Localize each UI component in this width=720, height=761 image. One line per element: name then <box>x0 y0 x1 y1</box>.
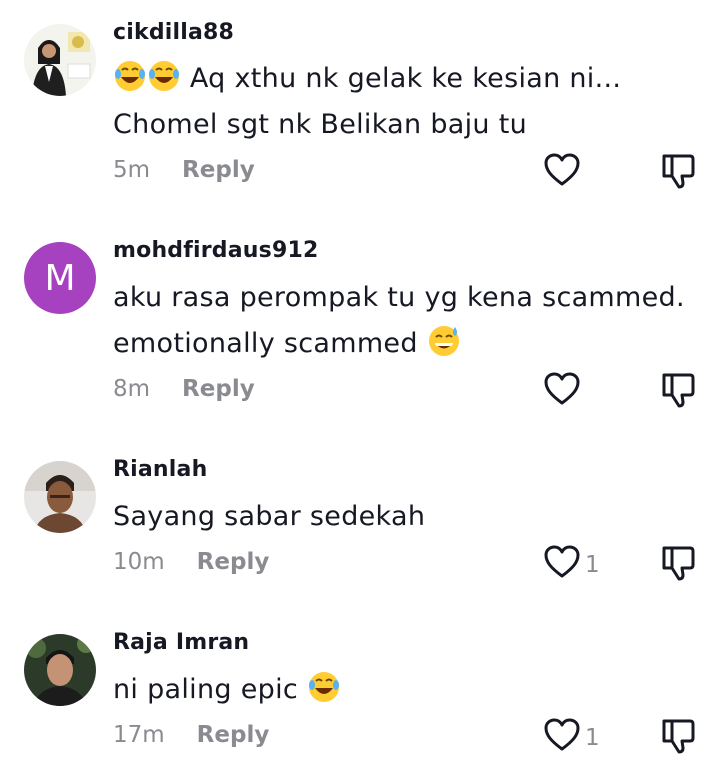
thumbs-down-icon <box>660 154 696 194</box>
like-count: 1 <box>585 725 600 751</box>
laughing-tears-emoji <box>113 59 147 93</box>
comment-text: Sayang sabar sedekah <box>113 494 713 540</box>
comment-text: ni paling epic <box>113 667 713 713</box>
laughing-tears-emoji <box>147 59 181 93</box>
like-button[interactable]: 1 <box>543 717 600 759</box>
dislike-button[interactable] <box>660 544 696 586</box>
like-button[interactable] <box>543 152 585 194</box>
comment-line: emotionally scammed <box>113 328 418 359</box>
comment-line: Sayang sabar sedekah <box>113 501 426 532</box>
timestamp: 10m <box>113 549 165 575</box>
comment-meta: 5m Reply <box>113 157 255 183</box>
avatar[interactable]: M <box>24 242 96 314</box>
reply-button[interactable]: Reply <box>182 376 255 402</box>
username[interactable]: Raja Imran <box>113 630 249 655</box>
dislike-button[interactable] <box>660 152 696 194</box>
dislike-button[interactable] <box>660 371 696 413</box>
reply-button[interactable]: Reply <box>197 722 270 748</box>
heart-icon <box>543 152 581 194</box>
comment-line: Chomel sgt nk Belikan baju tu <box>113 109 528 140</box>
like-button[interactable] <box>543 371 585 413</box>
heart-icon <box>543 544 581 586</box>
reply-button[interactable]: Reply <box>197 549 270 575</box>
username[interactable]: mohdfirdaus912 <box>113 238 318 263</box>
sweat-smile-emoji <box>427 324 461 358</box>
dislike-button[interactable] <box>660 717 696 759</box>
like-button[interactable]: 1 <box>543 544 600 586</box>
username[interactable]: Rianlah <box>113 457 207 482</box>
timestamp: 8m <box>113 376 151 402</box>
comment-line: ni paling epic <box>113 674 299 705</box>
timestamp: 17m <box>113 722 165 748</box>
avatar[interactable] <box>24 24 96 96</box>
timestamp: 5m <box>113 157 151 183</box>
thumbs-down-icon <box>660 373 696 413</box>
comment-meta: 8m Reply <box>113 376 255 402</box>
avatar[interactable] <box>24 634 96 706</box>
comment-text: Aq xthu nk gelak ke kesian ni... Chomel … <box>113 56 713 148</box>
username[interactable]: cikdilla88 <box>113 20 234 45</box>
heart-icon <box>543 371 581 413</box>
comment-meta: 17m Reply <box>113 722 269 748</box>
thumbs-down-icon <box>660 546 696 586</box>
heart-icon <box>543 717 581 759</box>
like-count: 1 <box>585 552 600 578</box>
comment-line: Aq xthu nk gelak ke kesian ni... <box>189 63 622 94</box>
thumbs-down-icon <box>660 719 696 759</box>
comment-text: aku rasa perompak tu yg kena scammed. em… <box>113 275 713 367</box>
avatar[interactable] <box>24 461 96 533</box>
comment-line: aku rasa perompak tu yg kena scammed. <box>113 282 685 313</box>
reply-button[interactable]: Reply <box>182 157 255 183</box>
avatar-letter: M <box>44 257 76 299</box>
comment-meta: 10m Reply <box>113 549 269 575</box>
laughing-tears-emoji <box>307 670 341 704</box>
